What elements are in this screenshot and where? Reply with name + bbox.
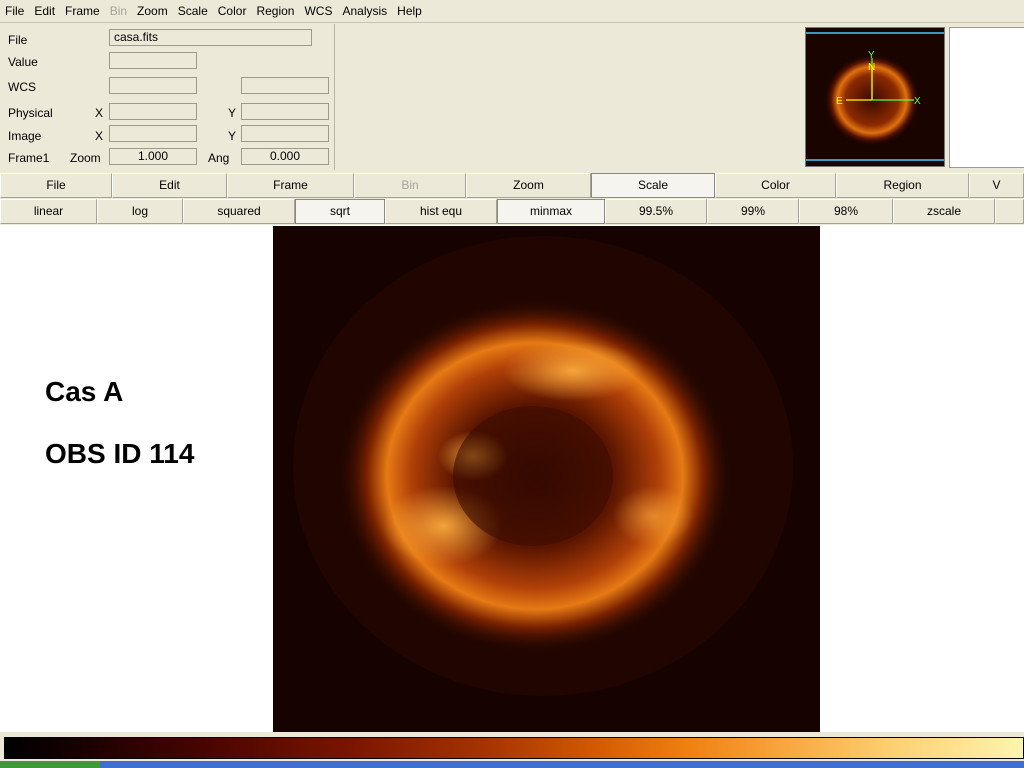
taskbar (0, 761, 1024, 768)
menu-bin[interactable]: Bin (105, 0, 132, 22)
main-button-bar: File Edit Frame Bin Zoom Scale Color Region V (0, 173, 1024, 198)
image-x-label: X (95, 129, 104, 143)
image-x-field (109, 125, 197, 142)
file-label: File (8, 33, 28, 47)
caption-title: Cas A (45, 376, 124, 407)
wcs-field-2 (241, 77, 329, 94)
scale-zscale-button[interactable]: zscale (893, 199, 995, 224)
menu-color[interactable]: Color (213, 0, 252, 22)
main-scale-button[interactable]: Scale (591, 173, 715, 198)
magnifier-panel (949, 27, 1024, 168)
zoom-label: Zoom (70, 151, 101, 165)
menu-analysis[interactable]: Analysis (337, 0, 392, 22)
menu-bar: File Edit Frame Bin Zoom Scale Color Region WCS A… (0, 0, 1024, 23)
main-frame-button[interactable]: Frame (227, 173, 354, 198)
scale-linear-button[interactable]: linear (0, 199, 97, 224)
scale-sqrt-button[interactable]: sqrt (295, 199, 385, 224)
file-value: casa.fits (109, 29, 312, 46)
compass-y-label: Y (868, 50, 875, 61)
start-button[interactable] (0, 761, 100, 768)
ang-label: Ang (208, 151, 230, 165)
scale-hist-equ-button[interactable]: hist equ (385, 199, 497, 224)
colorbar-gradient[interactable] (4, 737, 1024, 759)
main-v-button[interactable]: V (969, 173, 1024, 198)
info-panel: File casa.fits Value WCS Physical X Y Im… (0, 24, 335, 170)
physical-x-field (109, 103, 197, 120)
scale-minmax-button[interactable]: minmax (497, 199, 605, 224)
main-zoom-button[interactable]: Zoom (466, 173, 591, 198)
menu-region[interactable]: Region (251, 0, 299, 22)
image-y-label: Y (228, 129, 237, 143)
main-edit-button[interactable]: Edit (112, 173, 227, 198)
physical-y-field (241, 103, 329, 120)
caption-obsid: OBS ID 114 (45, 438, 195, 469)
scale-button-bar: linear log squared sqrt hist equ minmax 99.5% 9… (0, 199, 1024, 224)
main-file-button[interactable]: File (0, 173, 112, 198)
main-color-button[interactable]: Color (715, 173, 836, 198)
image-y-field (241, 125, 329, 142)
fits-image[interactable] (273, 226, 820, 732)
main-region-button[interactable]: Region (836, 173, 969, 198)
supernova-remnant-image (273, 226, 820, 732)
image-label: Image (8, 129, 42, 143)
scale-99-5-button[interactable]: 99.5% (605, 199, 707, 224)
wcs-label: WCS (8, 80, 36, 94)
frame-label: Frame1 (8, 151, 50, 165)
colorbar[interactable] (0, 733, 1024, 761)
menu-scale[interactable]: Scale (173, 0, 213, 22)
scale-99-button[interactable]: 99% (707, 199, 799, 224)
menu-file[interactable]: File (0, 0, 29, 22)
value-field (109, 52, 197, 69)
compass-east-label: E (836, 96, 843, 107)
wcs-field-1 (109, 77, 197, 94)
menu-zoom[interactable]: Zoom (132, 0, 173, 22)
panner-image: Y N E X (806, 28, 944, 166)
zoom-field: 1.000 (109, 148, 197, 165)
value-label: Value (8, 55, 38, 69)
scale-blank-button[interactable] (995, 199, 1024, 224)
menu-wcs[interactable]: WCS (299, 0, 337, 22)
ang-field: 0.000 (241, 148, 329, 165)
panner-thumbnail[interactable]: Y N E X (805, 27, 945, 167)
compass-north-label: N (868, 62, 875, 73)
main-bin-button[interactable]: Bin (354, 173, 466, 198)
scale-log-button[interactable]: log (97, 199, 183, 224)
scale-98-button[interactable]: 98% (799, 199, 893, 224)
physical-x-label: X (95, 106, 104, 120)
compass-x-label: X (914, 96, 921, 107)
menu-help[interactable]: Help (392, 0, 427, 22)
scale-squared-button[interactable]: squared (183, 199, 295, 224)
menu-frame[interactable]: Frame (60, 0, 105, 22)
physical-y-label: Y (228, 106, 237, 120)
physical-label: Physical (8, 106, 53, 120)
menu-edit[interactable]: Edit (29, 0, 60, 22)
